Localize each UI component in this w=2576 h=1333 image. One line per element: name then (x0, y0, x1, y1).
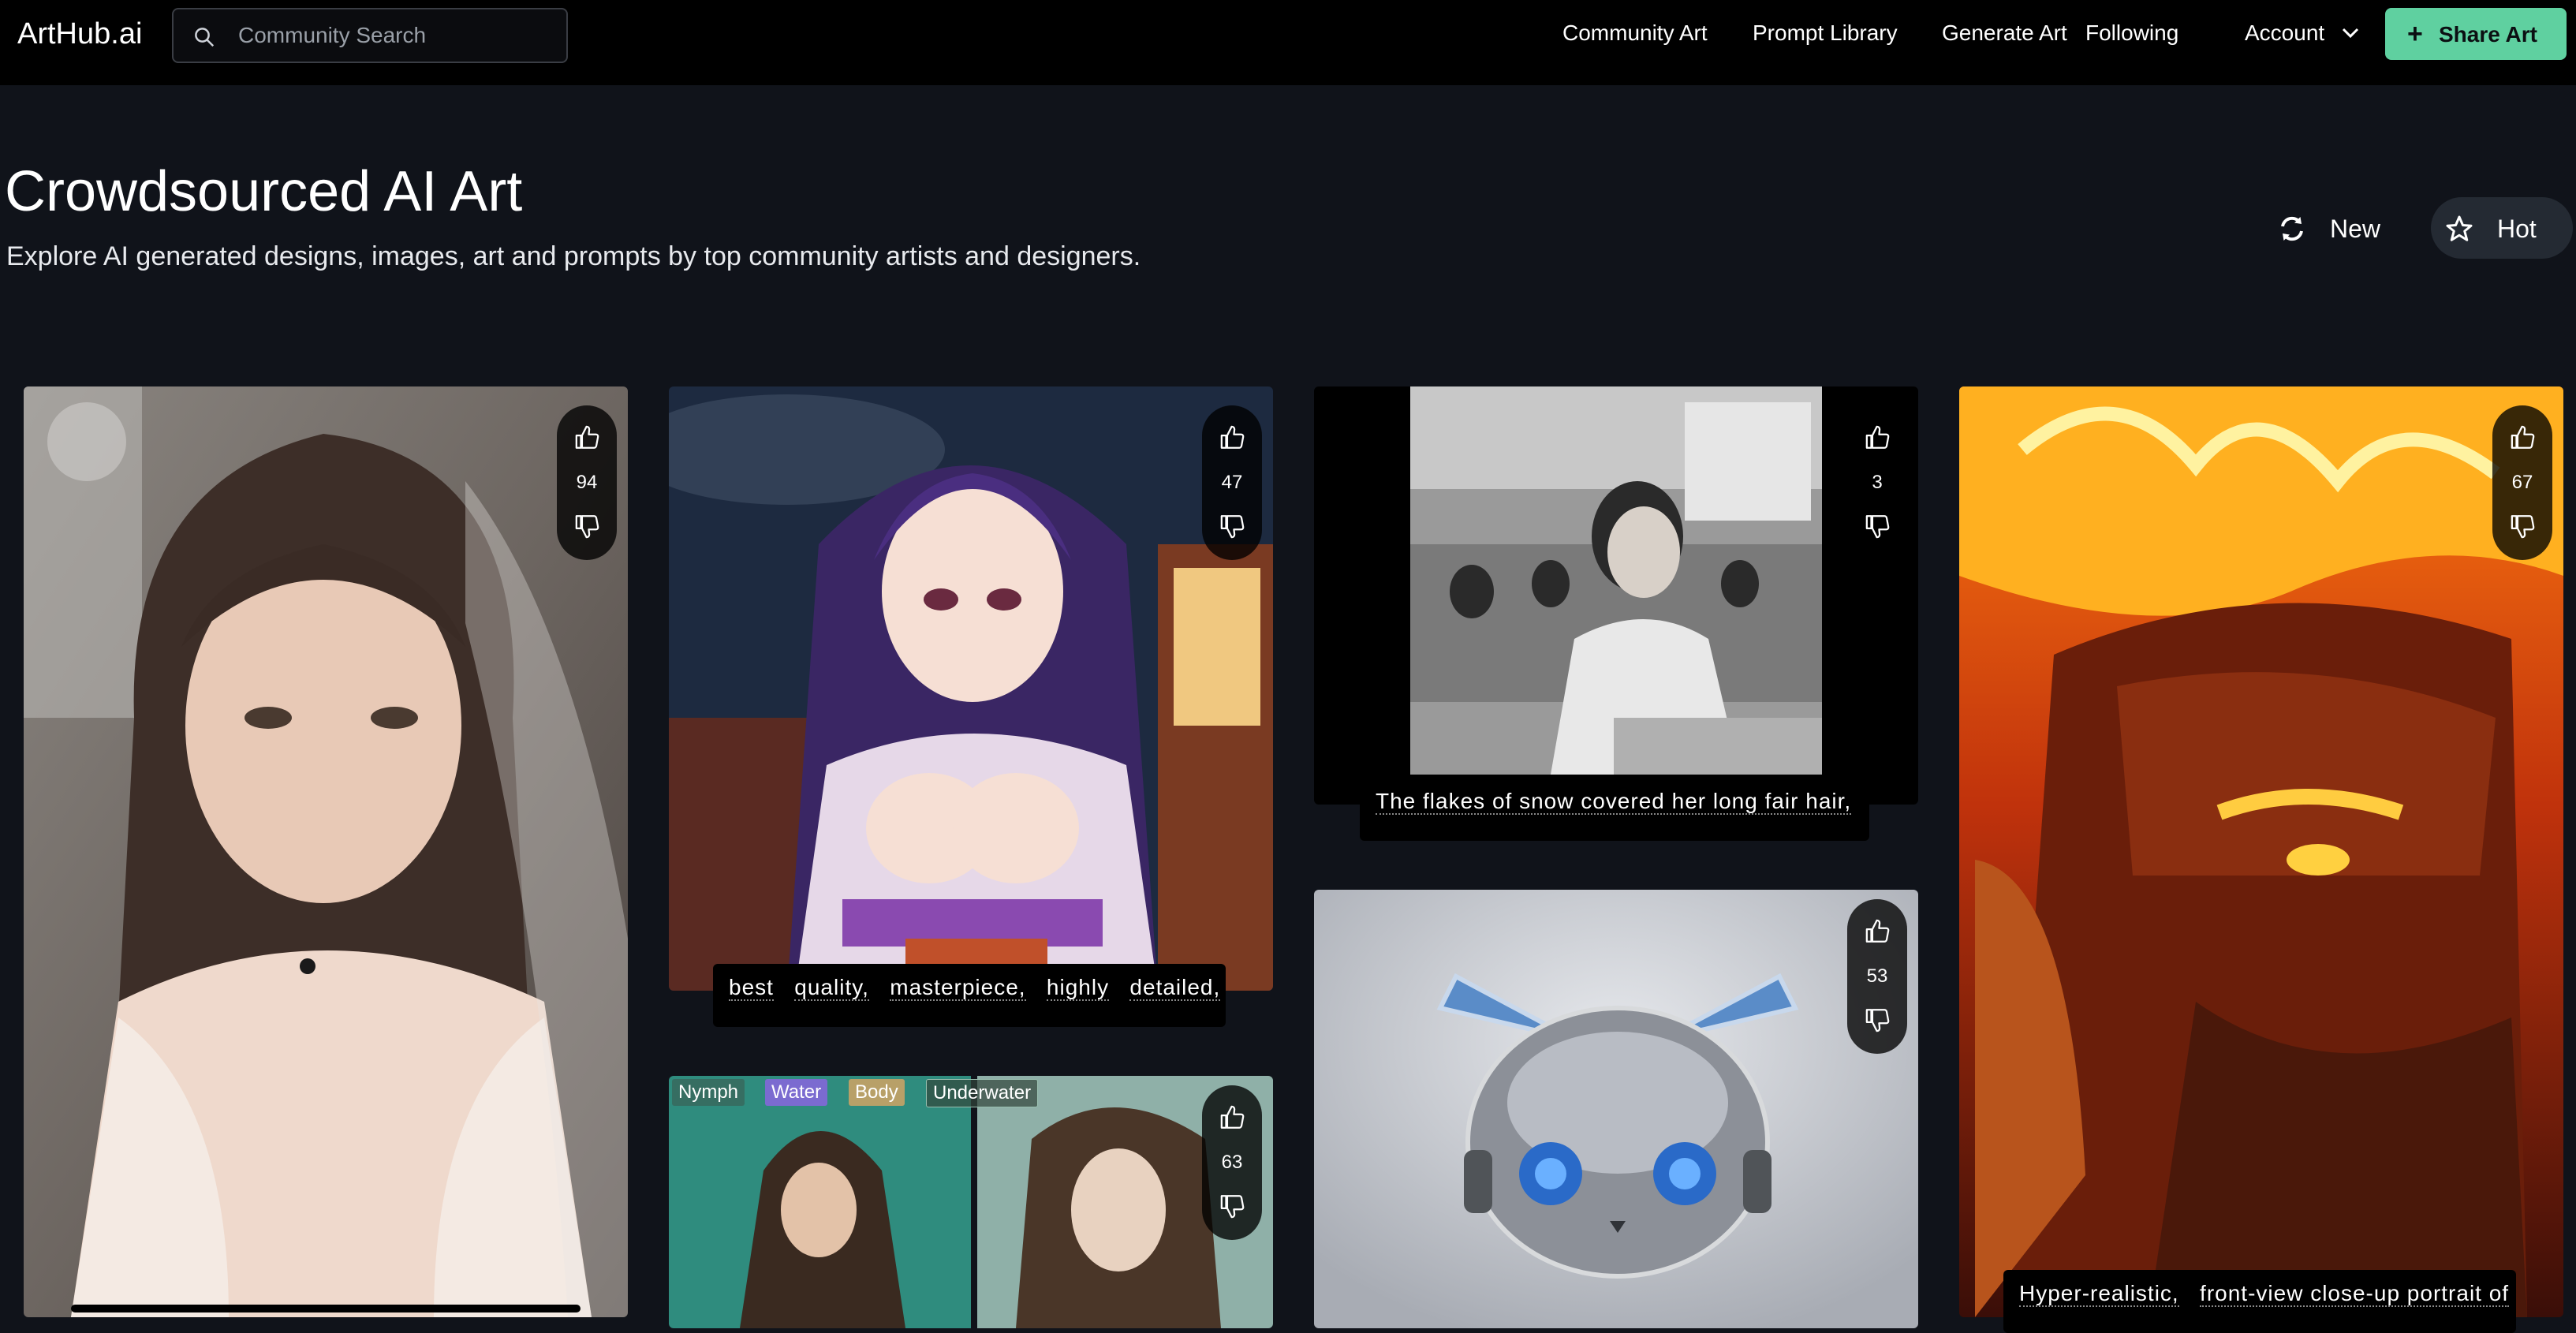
caption-word: front-view close-up portrait of (2200, 1281, 2510, 1307)
art-card-warrior[interactable]: 67 (1959, 386, 2563, 1317)
tag-nymph[interactable]: Nymph (672, 1079, 745, 1106)
search-input[interactable] (237, 17, 555, 54)
art-card-robot-cat[interactable]: 53 (1314, 890, 1918, 1328)
tag-water[interactable]: Water (765, 1079, 828, 1106)
vote-count: 63 (1221, 1152, 1243, 1173)
vote-widget: 94 (557, 405, 617, 560)
vote-widget: 67 (2492, 405, 2552, 560)
prompt-caption[interactable]: The flakes of snow covered her long fair… (1360, 778, 1869, 841)
prompt-caption-bar[interactable] (71, 1305, 581, 1312)
chevron-down-icon[interactable] (2341, 27, 2360, 39)
thumbs-down-icon[interactable] (1865, 513, 1891, 540)
share-art-button[interactable]: + Share Art (2385, 8, 2567, 60)
vote-widget: 63 (1202, 1085, 1262, 1240)
artwork-image (24, 386, 628, 1317)
top-navigation-bar: ArtHub.ai Community Art Prompt Library G… (0, 0, 2576, 85)
art-card-bride[interactable]: 94 (24, 386, 628, 1317)
vote-widget: 47 (1202, 405, 1262, 560)
plus-icon: + (2407, 19, 2423, 49)
thumbs-up-icon[interactable] (1865, 424, 1891, 451)
search-box[interactable] (172, 8, 568, 63)
page-title: Crowdsourced AI Art (5, 160, 523, 223)
thumbs-up-icon[interactable] (1219, 424, 1246, 451)
caption-word: masterpiece, (890, 975, 1026, 1001)
vote-count: 47 (1221, 472, 1243, 493)
caption-word: detailed, (1129, 975, 1221, 1001)
thumbs-up-icon[interactable] (2510, 424, 2537, 451)
caption-text: The flakes of snow covered her long fair… (1376, 789, 1852, 815)
share-art-label: Share Art (2439, 22, 2538, 47)
caption-word: highly (1046, 975, 1110, 1001)
art-card-classroom[interactable]: 3 (1314, 386, 1918, 805)
thumbs-up-icon[interactable] (1219, 1104, 1246, 1131)
artwork-image (669, 386, 1273, 991)
vote-widget: 3 (1847, 405, 1907, 560)
tab-hot-label: Hot (2497, 215, 2537, 243)
nav-following[interactable]: Following (2085, 21, 2178, 46)
tab-new[interactable]: New (2264, 197, 2382, 259)
caption-word: quality, (794, 975, 869, 1001)
logo[interactable]: ArtHub.ai (17, 17, 142, 51)
thumbs-down-icon[interactable] (574, 513, 601, 540)
tab-hot[interactable]: Hot (2431, 197, 2573, 259)
vote-count: 94 (576, 472, 598, 493)
vote-count: 67 (2511, 472, 2533, 493)
art-card-anime[interactable]: 47 (669, 386, 1273, 991)
tag-body[interactable]: Body (849, 1079, 905, 1106)
tab-new-label: New (2330, 215, 2381, 243)
art-card-underwater[interactable]: Nymph Water Body Underwater 63 (669, 1076, 1273, 1328)
vote-count: 3 (1872, 472, 1883, 493)
tag-underwater[interactable]: Underwater (926, 1079, 1039, 1107)
nav-account[interactable]: Account (2245, 21, 2324, 46)
nav-community-art[interactable]: Community Art (1562, 21, 1708, 46)
thumbs-down-icon[interactable] (1219, 1193, 1246, 1219)
thumbs-up-icon[interactable] (1865, 918, 1891, 945)
artwork-image (1959, 386, 2563, 1317)
prompt-caption[interactable]: Hyper-realistic, front-view close-up por… (2003, 1270, 2516, 1333)
caption-word: best (729, 975, 774, 1001)
nav-generate-art[interactable]: Generate Art (1942, 21, 2067, 46)
caption-word: Hyper-realistic, (2019, 1281, 2179, 1307)
thumbs-down-icon[interactable] (1219, 513, 1246, 540)
star-icon (2446, 215, 2473, 241)
thumbs-down-icon[interactable] (2510, 513, 2537, 540)
artwork-image (1410, 386, 1822, 775)
vote-count: 53 (1866, 965, 1888, 987)
prompt-caption[interactable]: best quality, masterpiece, highly detail… (713, 964, 1226, 1027)
search-icon (195, 28, 215, 47)
vote-widget: 53 (1847, 899, 1907, 1054)
thumbs-up-icon[interactable] (574, 424, 601, 451)
artwork-image (1314, 890, 1918, 1328)
thumbs-down-icon[interactable] (1865, 1006, 1891, 1033)
refresh-icon (2281, 216, 2303, 241)
artwork-image (669, 1076, 1273, 1328)
page-subtitle: Explore AI generated designs, images, ar… (6, 241, 1141, 271)
nav-prompt-library[interactable]: Prompt Library (1753, 21, 1898, 46)
